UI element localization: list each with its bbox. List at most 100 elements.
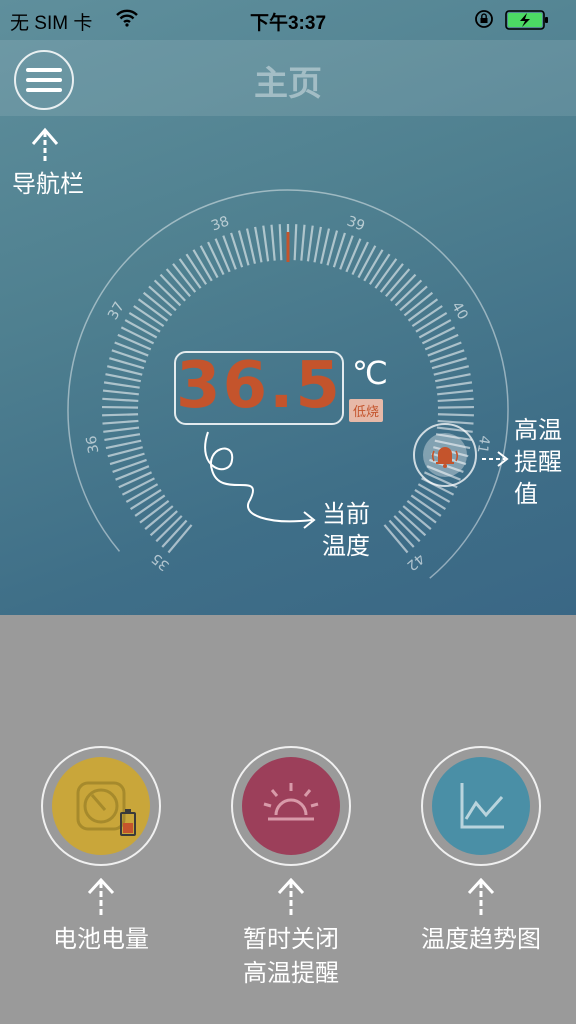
gauge-tick [102,419,139,425]
temperature-status-badge: 低烧 [349,399,384,422]
high-temp-alert-button[interactable] [413,423,477,487]
gauge-tick [436,381,473,389]
mute-alert-button[interactable] [231,746,351,866]
alert-value-annotation: 高温 提醒 值 [514,414,562,510]
gauge-tick [117,333,152,351]
gauge-tick [418,319,452,339]
battery-level-button[interactable] [41,746,161,866]
alarm-bell-icon [432,447,458,468]
gauge-tick [300,224,306,261]
mute-button-fill [242,757,340,855]
gauge-tick [102,413,139,417]
battery-up-arrow [87,878,115,916]
mute-alert-label-line2: 高温提醒 [243,959,339,987]
gauge-tick [207,241,225,276]
gauge-tick [437,413,474,417]
gauge-tick [363,249,384,282]
current-temp-curve [204,431,313,523]
gauge-tick [102,405,139,409]
current-temp-annotation: 当前 温度 [322,498,370,562]
temperature-trend-label: 温度趋势图 [421,925,541,953]
gauge-tick [124,319,158,339]
gauge-tick [415,312,448,333]
gauge-tick [105,373,142,383]
gauge-tick [293,224,298,261]
trend-button-fill [432,757,530,855]
gauge-tick [262,225,270,262]
gauge-tick-label: 35 [149,550,173,574]
gauge-tick [270,224,276,261]
gauge-tick [103,426,140,433]
gauge-tick-label: 37 [105,299,128,322]
gauge-tick [178,258,202,289]
gauge-tick [134,494,166,517]
gauge-tick [103,381,140,389]
gauge-tick [421,326,456,345]
alert-annotation-line2: 提醒 [514,448,562,476]
gauge-tick [345,238,362,273]
temperature-unit: ℃ [352,354,388,392]
gauge-tick [414,488,447,510]
current-temp-annotation-line2: 温度 [322,532,370,560]
mute-alert-label: 暂时关闭 高温提醒 [191,922,391,990]
gauge-tick [437,405,474,409]
gauge-tick [105,439,142,450]
battery-gauge-icon [76,781,136,836]
rotation-lock-icon [475,10,493,28]
gauge-tick-label: 39 [345,213,367,234]
gauge-tick [106,365,143,376]
gauge-tick [128,312,161,333]
battery-icon [505,10,548,30]
alert-annotation-line1: 高温 [514,416,562,444]
battery-button-fill [52,757,150,855]
gauge-tick [118,471,153,489]
current-temp-annotation-line1: 当前 [322,500,370,528]
temperature-value: 36.5 [176,349,342,423]
gauge-tick [434,373,471,383]
siren-light-icon [263,783,319,821]
gauge-tick [185,253,208,285]
gauge-tick-label: 36 [84,434,103,454]
gauge-tick [278,224,283,261]
gauge-tick [437,389,474,396]
gauge-tick [351,241,369,276]
gauge-tick [437,397,474,403]
gauge-tick [121,477,155,496]
gauge-tick [313,226,322,263]
gauge-tick [410,494,442,517]
gauge-tick-label: 42 [403,550,427,574]
gauge-tick [125,483,159,503]
alert-annotation-line3: 值 [514,480,538,508]
gauge-tick-label: 38 [209,213,231,234]
nav-annotation: 导航栏 [12,170,84,198]
gauge-tick [214,238,231,273]
alarm-button-inner [423,433,467,477]
gauge-tick [102,397,139,403]
gauge-tick [199,245,219,279]
temperature-display: 36.5 [174,349,344,425]
gauge-tick [368,253,391,285]
gauge-tick [129,488,162,510]
battery-level-label: 电池电量 [53,925,149,953]
gauge-tick [424,333,459,351]
gauge-tick [254,226,263,263]
gauge-tick [192,249,213,282]
line-chart-icon [460,783,504,829]
status-bar: 无 SIM 卡 下午3:37 [0,0,576,40]
gauge-tick [319,228,331,264]
gauge-tick [245,228,257,264]
gauge-tick [306,225,314,262]
mute-alert-label-line1: 暂时关闭 [243,925,339,953]
temperature-trend-button[interactable] [421,746,541,866]
gauge-tick [120,326,155,345]
gauge-tick [104,433,141,442]
gauge-tick [102,389,139,396]
gauge-tick [433,365,470,376]
gauge-tick [374,258,398,289]
trend-up-arrow [467,878,495,916]
mute-up-arrow [277,878,305,916]
gauge-tick-label: 40 [448,299,471,322]
gauge-tick [411,305,443,328]
navigation-bar: 主页 [0,40,576,116]
gauge-tick [133,305,165,328]
